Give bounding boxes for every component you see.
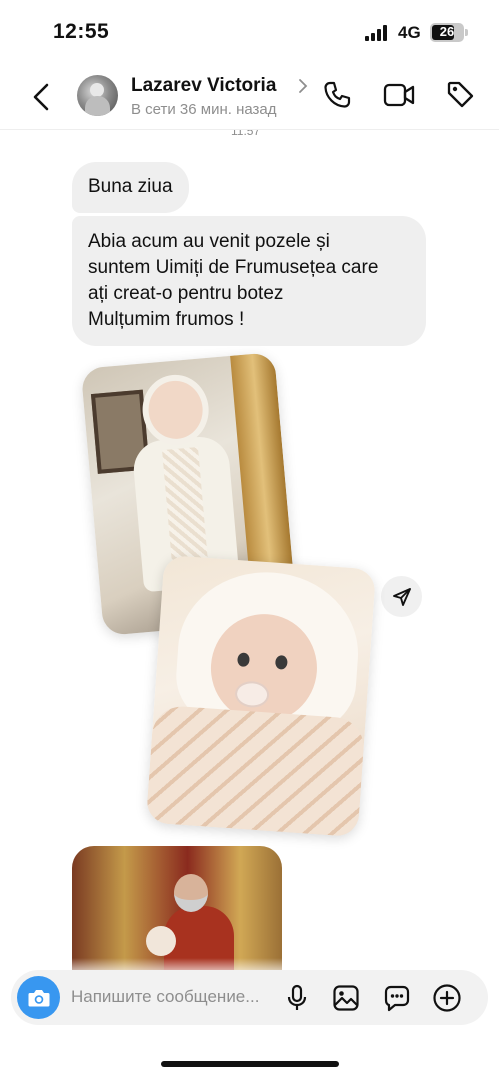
message-line: Mulțumim frumos !	[88, 309, 245, 330]
message-line: Abia acum au venit pozele și	[88, 231, 330, 252]
message-input[interactable]	[71, 982, 281, 1012]
message-text: Buna ziua	[88, 176, 173, 197]
message-bubble[interactable]: Abia acum au venit pozele și suntem Uimi…	[72, 216, 426, 346]
camera-button[interactable]	[17, 976, 60, 1019]
video-call-button[interactable]	[383, 79, 415, 111]
send-icon	[392, 587, 411, 606]
gallery-button[interactable]	[329, 981, 363, 1015]
contact-status: В сети 36 мин. назад	[131, 101, 277, 118]
contact-name[interactable]: Lazarev Victoria	[131, 75, 276, 97]
battery-level: 26	[439, 24, 455, 39]
sticker-icon	[384, 985, 410, 1012]
chat-header: Lazarev Victoria В сети 36 мин. назад	[0, 64, 499, 130]
phone-icon	[324, 81, 351, 108]
message-composer	[11, 970, 488, 1025]
tag-icon	[447, 81, 474, 108]
back-button[interactable]	[28, 80, 54, 114]
video-camera-icon	[383, 83, 415, 107]
sticker-button[interactable]	[380, 981, 414, 1015]
back-chevron-icon	[33, 83, 49, 111]
label-button[interactable]	[445, 79, 477, 111]
home-indicator[interactable]	[161, 1061, 339, 1067]
battery-tip	[465, 29, 468, 36]
status-time: 12:55	[53, 20, 110, 43]
share-button[interactable]	[381, 576, 422, 617]
call-button[interactable]	[321, 79, 353, 111]
plus-icon	[433, 984, 461, 1012]
name-chevron-icon	[299, 79, 308, 93]
battery-icon: 26	[430, 23, 464, 42]
more-options-button[interactable]	[430, 981, 464, 1015]
camera-icon	[28, 989, 49, 1006]
message-line: suntem Uimiți de Frumusețea care	[88, 257, 379, 278]
baby-in-hood-photo[interactable]	[145, 554, 377, 838]
gallery-icon	[333, 985, 359, 1011]
voice-message-button[interactable]	[280, 981, 314, 1015]
cellular-signal-icon	[365, 25, 391, 41]
message-bubble[interactable]: Buna ziua	[72, 162, 189, 213]
network-type: 4G	[398, 23, 421, 42]
message-line: ați creat-o pentru botez	[88, 283, 284, 304]
contact-avatar[interactable]	[77, 75, 118, 116]
status-bar: 12:55 4G 26	[0, 0, 499, 64]
microphone-icon	[287, 984, 307, 1010]
